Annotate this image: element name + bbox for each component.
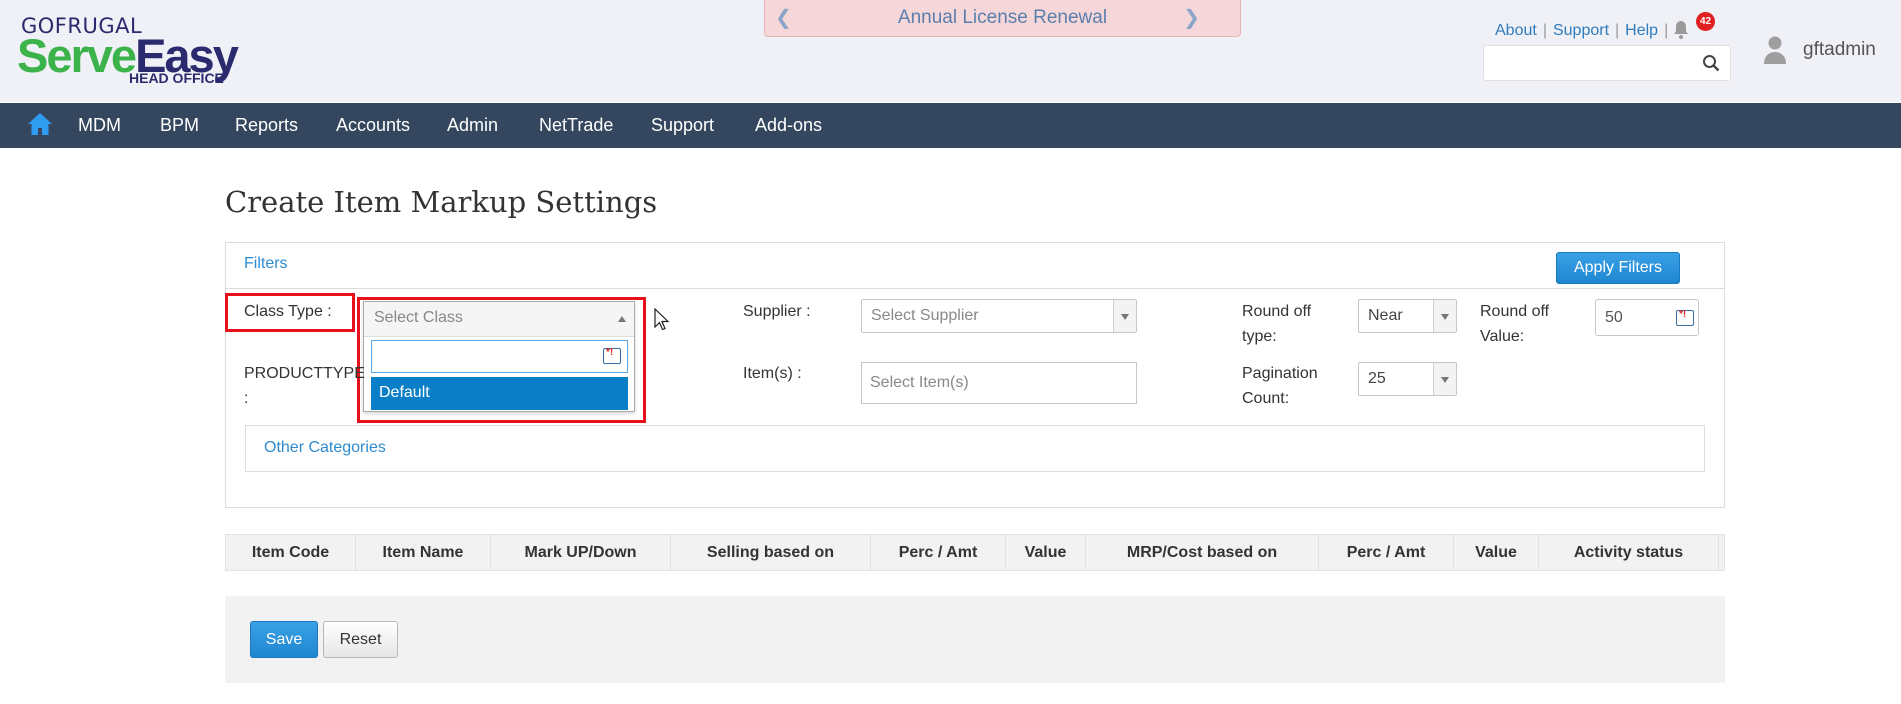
column-header[interactable]: Selling based on [671,535,871,570]
producttype-label-colon: : [244,390,249,407]
roundoff-value-label-2: Value: [1480,328,1525,345]
nav-mdm[interactable]: MDM [78,115,121,136]
nav-reports[interactable]: Reports [235,115,298,136]
keyboard-icon[interactable] [603,347,621,364]
roundoff-type-value: Near [1368,307,1403,324]
column-header[interactable]: Value [1006,535,1086,570]
supplier-label: Supplier : [743,303,811,320]
app-header: GOFRUGAL ServeEasy HEAD OFFICE ❮ Annual … [0,0,1901,102]
nav-nettrade[interactable]: NetTrade [539,115,613,136]
nav-admin[interactable]: Admin [447,115,498,136]
supplier-select[interactable]: Select Supplier [861,299,1137,333]
pagination-label: Pagination [1242,365,1318,382]
pagination-label-2: Count: [1242,390,1290,407]
nav-bpm[interactable]: BPM [160,115,199,136]
items-label: Item(s) : [743,365,802,382]
logo-brand-sub: HEAD OFFICE [129,70,224,86]
column-header[interactable]: MRP/Cost based on [1086,535,1319,570]
username-label[interactable]: gftadmin [1803,39,1876,61]
roundoff-type-label: Round off [1242,303,1312,320]
column-header[interactable]: Perc / Amt [871,535,1006,570]
producttype-label: PRODUCTTYPE [244,365,365,382]
chevron-down-icon[interactable] [1433,363,1456,395]
roundoff-value: 50 [1605,309,1623,326]
class-type-select-open[interactable]: Select Class Default [363,301,635,412]
user-avatar-icon[interactable] [1763,35,1787,65]
about-link[interactable]: About [1495,22,1537,39]
class-option-default[interactable]: Default [371,377,628,410]
items-select-input[interactable]: Select Item(s) [861,362,1137,404]
filters-toggle-link[interactable]: Filters [244,255,288,273]
keyboard-icon[interactable] [1676,309,1694,326]
chevron-up-icon[interactable] [618,316,626,322]
roundoff-value-input[interactable]: 50 [1595,299,1699,336]
roundoff-type-label-2: type: [1242,328,1277,345]
chevron-down-icon[interactable] [1113,300,1136,332]
column-header[interactable]: Value [1454,535,1539,570]
class-select-placeholder: Select Class [374,309,463,326]
global-search-input[interactable] [1483,45,1731,81]
supplier-select-placeholder: Select Supplier [871,307,979,324]
form-actions-bar [225,596,1725,683]
class-type-label: Class Type : [244,303,332,320]
column-header[interactable]: Perc / Amt [1319,535,1454,570]
items-placeholder: Select Item(s) [870,374,969,391]
column-header[interactable]: Activity status [1539,535,1719,570]
column-header[interactable]: Item Name [356,535,491,570]
nav-accounts[interactable]: Accounts [336,115,410,136]
top-links: About | Support | Help | [1495,22,1669,39]
nav-support[interactable]: Support [651,115,714,136]
column-header[interactable]: Mark UP/Down [491,535,671,570]
pagination-count-value: 25 [1368,370,1386,387]
pagination-count-select[interactable]: 25 [1358,362,1457,396]
page-title: Create Item Markup Settings [225,185,658,219]
chevron-right-icon[interactable]: ❯ [1183,5,1200,30]
mouse-pointer-icon [654,308,670,331]
class-search-input[interactable] [371,340,628,373]
other-categories-section[interactable]: Other Categories [245,425,1705,472]
home-icon[interactable] [27,112,53,136]
help-link[interactable]: Help [1625,22,1658,39]
apply-filters-button[interactable]: Apply Filters [1556,252,1680,284]
search-icon[interactable] [1702,54,1720,72]
markup-table-header: Item Code Item Name Mark UP/Down Selling… [225,534,1725,571]
column-header[interactable]: Item Code [226,535,356,570]
roundoff-type-select[interactable]: Near [1358,299,1457,333]
nav-addons[interactable]: Add-ons [755,115,822,136]
license-notice-text[interactable]: Annual License Renewal [765,7,1240,29]
support-link[interactable]: Support [1553,22,1609,39]
class-type-select[interactable]: Select Class [364,302,634,337]
reset-button[interactable]: Reset [323,621,398,658]
bell-icon[interactable] [1672,20,1690,40]
chevron-down-icon[interactable] [1433,300,1456,332]
user-menu[interactable]: gftadmin [1763,35,1876,70]
other-categories-link[interactable]: Other Categories [264,439,386,457]
roundoff-value-label: Round off [1480,303,1550,320]
save-button[interactable]: Save [250,621,318,658]
notification-count-badge[interactable]: 42 [1696,12,1715,31]
main-navbar: MDM BPM Reports Accounts Admin NetTrade … [0,103,1901,148]
serveeasy-logo[interactable]: GOFRUGAL ServeEasy HEAD OFFICE [17,12,257,90]
license-notice-banner[interactable]: ❮ Annual License Renewal ❯ [764,0,1241,37]
